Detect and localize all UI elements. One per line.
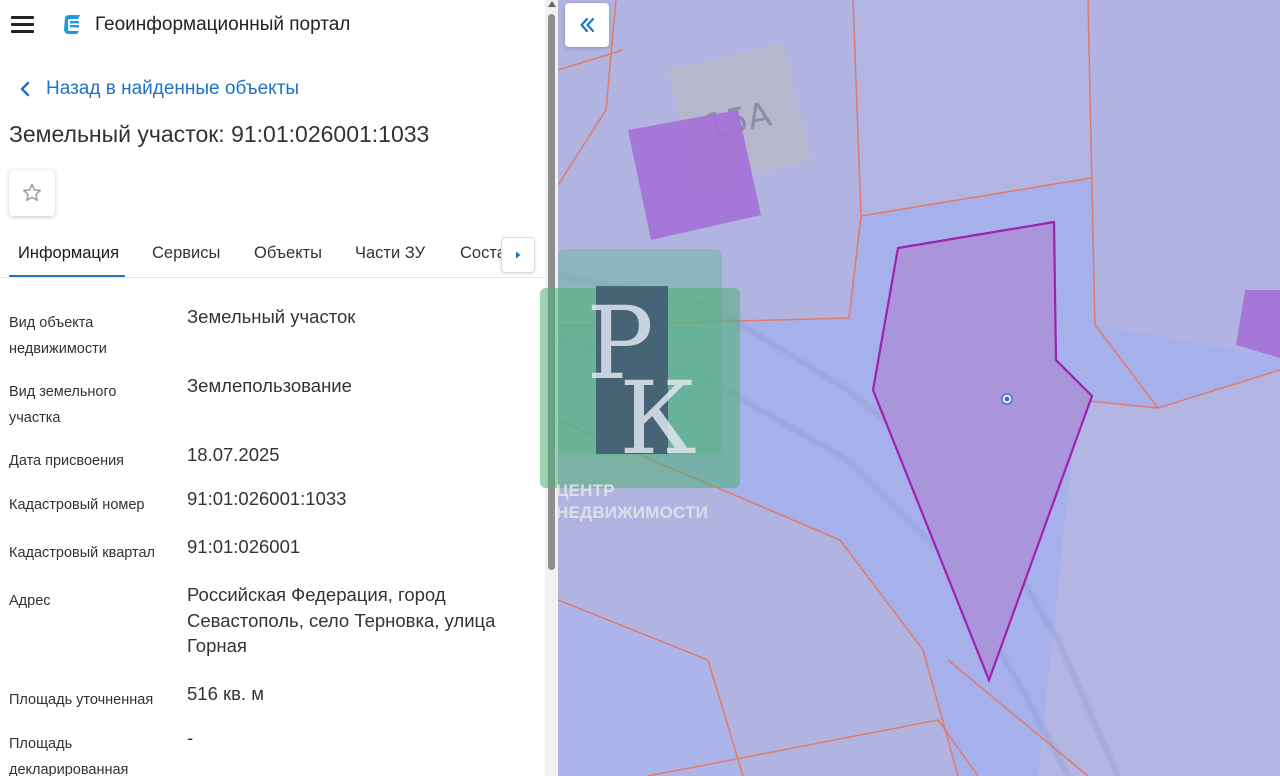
property-value: Землепользование <box>187 375 352 396</box>
property-value: 516 кв. м <box>187 683 264 704</box>
property-label: Вид объекта недвижимости <box>9 315 107 357</box>
tab-information[interactable]: Информация <box>18 244 119 263</box>
map-view[interactable]: 15А <box>558 0 1280 776</box>
property-label: Дата присвоения <box>9 453 125 469</box>
star-outline-icon <box>23 183 41 201</box>
tab-parcel-parts[interactable]: Части ЗУ <box>355 244 425 263</box>
scroll-up-arrow-icon[interactable] <box>548 1 556 7</box>
back-link-label: Назад в найденные объекты <box>46 78 300 99</box>
back-to-results-link[interactable]: Назад в найденные объекты <box>14 77 299 101</box>
double-chevron-left-icon <box>580 17 595 33</box>
property-label: Вид земельного участка <box>9 384 117 426</box>
active-tab-indicator <box>9 275 125 277</box>
top-bar: Геоинформационный портал <box>0 0 545 50</box>
property-value: Российская Федерация, город Севастополь,… <box>187 584 496 656</box>
chevron-left-icon <box>20 81 30 97</box>
property-value: 91:01:026001:1033 <box>187 488 347 509</box>
watermark-caption-line2: НЕДВИЖИМОСТИ <box>556 503 709 522</box>
property-label: Площадь декларированная <box>9 736 129 776</box>
hamburger-menu-icon[interactable] <box>11 14 34 34</box>
property-value: Земельный участок <box>187 306 356 327</box>
watermark-caption-line1: ЦЕНТР <box>556 481 615 500</box>
tab-bar: Информация Сервисы Объекты Части ЗУ Сост… <box>0 232 545 278</box>
property-value: - <box>187 727 194 748</box>
tab-services[interactable]: Сервисы <box>152 244 220 263</box>
scrollbar-thumb[interactable] <box>548 14 555 570</box>
property-label: Кадастровый номер <box>9 497 145 513</box>
info-panel: Геоинформационный портал Назад в найденн… <box>0 0 558 776</box>
property-label: Кадастровый квартал <box>9 545 156 561</box>
panel-scrollbar[interactable] <box>545 0 558 776</box>
object-title: Земельный участок: 91:01:026001:1033 <box>9 121 430 147</box>
app-title: Геоинформационный портал <box>95 14 351 35</box>
property-value: 18.07.2025 <box>187 444 280 465</box>
tab-composition[interactable]: Соста <box>460 244 506 263</box>
property-label: Адрес <box>9 593 51 609</box>
property-label: Площадь уточненная <box>9 692 154 708</box>
tabs-scroll-right-button[interactable] <box>501 237 535 273</box>
tab-objects[interactable]: Объекты <box>254 244 322 263</box>
watermark-caption: ЦЕНТР НЕДВИЖИМОСТИ <box>556 480 708 524</box>
caret-right-icon <box>516 251 521 259</box>
collapse-panel-button[interactable] <box>565 3 609 47</box>
map-canvas[interactable]: 15А <box>558 0 1280 776</box>
parcel-centroid-marker <box>1001 393 1013 405</box>
geoportal-logo-icon <box>64 15 80 34</box>
property-value: 91:01:026001 <box>187 536 301 557</box>
favorite-button[interactable] <box>9 170 55 216</box>
